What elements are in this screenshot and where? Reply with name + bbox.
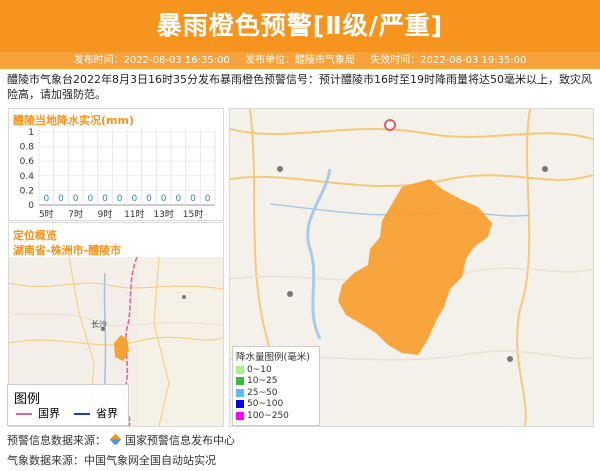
expire-time: 失效时间：2022-08-03 19:35:00	[370, 55, 527, 66]
bar-value-label: 0	[58, 194, 64, 204]
weather-source-line: 气象数据来源：中国气象网全国自动站实况	[7, 452, 216, 468]
weather-source[interactable]: 中国气象网全国自动站实况	[84, 454, 216, 467]
x-tick-label: 9时	[98, 208, 113, 220]
warning-source[interactable]: 国家预警信息发布中心	[125, 434, 235, 447]
bar-value-label: 0	[146, 194, 152, 204]
provincial-border-label: 省界	[96, 407, 118, 420]
boundary-legend-title: 图例	[14, 392, 41, 407]
warning-description: 醴陵市气象台2022年8月3日16时35分发布暴雨橙色预警信号：预计醴陵市16时…	[7, 73, 592, 101]
boundary-legend: 图例 国界 省界	[7, 384, 129, 426]
bar-value-label: 0	[102, 194, 108, 204]
bar-value-label: 0	[87, 194, 93, 204]
rainfall-legend: 降水量图例(毫米) 0~10 10~25 25~50 50~100 100~25…	[232, 346, 320, 426]
x-tick-label: 11时	[124, 208, 144, 220]
warning-source-label: 预警信息数据来源：	[7, 434, 106, 447]
bar-value-label: 0	[73, 194, 79, 204]
bar-value-label: 0	[161, 194, 167, 204]
legend-swatch	[236, 377, 244, 386]
weather-source-label: 气象数据来源：	[7, 454, 84, 467]
legend-label: 0~10	[247, 364, 272, 375]
warning-center-logo-icon	[109, 433, 122, 446]
x-tick-label: 13时	[153, 208, 173, 220]
legend-swatch	[236, 411, 244, 420]
y-tick-label: 0.4	[20, 172, 35, 182]
rain-chart: 10.80.60.40.200 0 0 0 0 0 0 0 0 0 0 05时 7时 9时 11时 13时 15…	[20, 128, 216, 220]
y-tick-label: 1	[28, 128, 34, 138]
bar-value-label: 0	[175, 194, 181, 204]
warning-source-line: 预警信息数据来源： 国家预警信息发布中心	[7, 432, 235, 448]
legend-label: 100~250	[247, 410, 289, 421]
y-tick-label: 0	[28, 201, 34, 211]
rainfall-legend-title: 降水量图例(毫米)	[236, 352, 310, 363]
warning-title: 暴雨橙色预警[Ⅱ级/严重]	[156, 11, 444, 40]
national-border-label: 国界	[38, 407, 60, 420]
legend-label: 10~25	[247, 376, 278, 387]
x-tick-label: 15时	[183, 208, 203, 220]
y-tick-label: 0.2	[20, 186, 34, 196]
y-tick-label: 0.6	[20, 157, 35, 167]
bar-value-label: 0	[117, 194, 123, 204]
legend-swatch	[236, 400, 244, 409]
national-border-swatch	[16, 413, 32, 415]
x-tick-label: 5时	[39, 208, 54, 220]
bar-value-label: 0	[205, 194, 211, 204]
bar-value-label: 0	[190, 194, 196, 204]
rainfall-legend-item: 0~10	[233, 364, 319, 376]
legend-swatch	[236, 388, 244, 397]
x-tick-label: 7时	[68, 208, 83, 220]
publisher: 发布单位：醴陵市气象局	[245, 55, 355, 66]
bar-value-label: 0	[43, 194, 49, 204]
rainfall-legend-item: 10~25	[233, 376, 319, 388]
legend-label: 25~50	[247, 387, 278, 398]
warning-meta: 发布时间：2022-08-03 16:35:00 发布单位：醴陵市气象局 失效时…	[0, 52, 600, 69]
legend-swatch	[236, 365, 244, 374]
rainfall-legend-item: 100~250	[233, 410, 319, 422]
rainfall-legend-item: 50~100	[233, 399, 319, 411]
rainfall-legend-item: 25~50	[233, 387, 319, 399]
legend-label: 50~100	[247, 399, 284, 410]
y-tick-label: 0.8	[20, 143, 35, 153]
provincial-border-swatch	[74, 413, 90, 415]
warning-header: 暴雨橙色预警[Ⅱ级/严重] 发布时间：2022-08-03 16:35:00 发…	[0, 0, 600, 69]
bar-value-label: 0	[131, 194, 137, 204]
rain-chart-panel: 醴陵当地降水实况(mm) 1 0.8 0.6 0.4 0.2 0 0 0 0 0 0 0 0 0 0 0 0 0 5…	[8, 108, 224, 221]
city-label-changsha: 长沙	[91, 320, 107, 329]
publish-time: 发布时间：2022-08-03 16:35:00	[73, 55, 230, 66]
